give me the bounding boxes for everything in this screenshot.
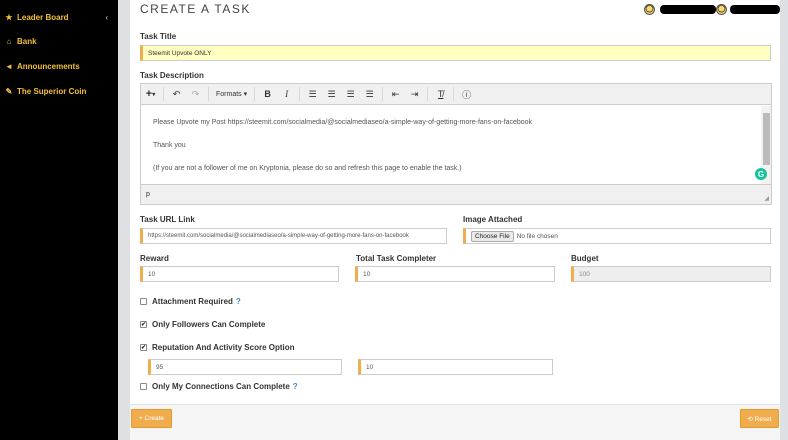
- only-followers-option[interactable]: ✔ Only Followers Can Complete: [140, 320, 265, 329]
- help-icon[interactable]: ⓘ: [457, 84, 476, 105]
- budget-input: 100: [571, 266, 771, 282]
- editor-line: (If you are not a follower of me on Kryp…: [153, 165, 462, 172]
- toolbar-separator: [254, 87, 256, 101]
- toolbar-separator: [299, 87, 301, 101]
- attachment-required-label: Attachment Required: [152, 297, 233, 306]
- only-followers-label: Only Followers Can Complete: [152, 320, 266, 329]
- indent-icon[interactable]: ⇥: [405, 84, 424, 105]
- scrollbar-thumb[interactable]: [763, 113, 770, 165]
- reward-input[interactable]: 10: [140, 266, 339, 282]
- task-description-label: Task Description: [140, 71, 204, 80]
- redacted-username-secondary: [730, 5, 780, 14]
- task-title-input[interactable]: Steemit Upvote ONLY: [140, 45, 771, 61]
- formats-label: Formats: [216, 90, 242, 98]
- attachment-required-checkbox[interactable]: [140, 298, 147, 305]
- redo-icon[interactable]: ↷: [186, 84, 205, 105]
- only-connections-option[interactable]: Only My Connections Can Complete ?: [140, 382, 298, 391]
- only-connections-label: Only My Connections Can Complete: [152, 382, 290, 391]
- toolbar-separator: [427, 87, 429, 101]
- align-center-icon[interactable]: ☰: [322, 84, 341, 105]
- editor-line: Thank you: [153, 142, 186, 149]
- editor-line: Please Upvote my Post https://steemit.co…: [153, 119, 533, 126]
- form-footer: [130, 404, 780, 440]
- total-task-completer-input[interactable]: 10: [355, 266, 555, 282]
- align-right-icon[interactable]: ☰: [341, 84, 360, 105]
- grammarly-icon[interactable]: G: [755, 168, 767, 180]
- sidebar-item-label: The Superior Coin: [17, 86, 87, 96]
- task-url-label: Task URL Link: [140, 215, 195, 224]
- toolbar-separator: [208, 87, 209, 101]
- italic-icon[interactable]: I: [277, 84, 296, 105]
- undo-icon[interactable]: ↶: [167, 84, 186, 105]
- task-url-input[interactable]: https://steemit.com/socialmedia/@socialm…: [140, 228, 447, 244]
- activity-score-input[interactable]: 10: [358, 359, 553, 375]
- bullhorn-icon: ◄: [5, 61, 13, 71]
- edit-icon: ✎: [5, 86, 13, 96]
- element-path[interactable]: p: [146, 191, 150, 198]
- outdent-icon[interactable]: ⇤: [386, 84, 405, 105]
- clear-format-icon[interactable]: T̸: [431, 84, 450, 105]
- toolbar-separator: [382, 87, 384, 101]
- insert-plus-icon[interactable]: + ▾: [141, 84, 160, 105]
- only-followers-checkbox[interactable]: ✔: [140, 321, 147, 328]
- sidebar-item-leader-board[interactable]: ★ Leader Board ‹: [4, 8, 114, 26]
- reward-label: Reward: [140, 254, 169, 263]
- avatar[interactable]: [644, 4, 655, 15]
- image-attached-label: Image Attached: [463, 215, 523, 224]
- rich-text-editor: + ▾ ↶ ↷ Formats ▾ B I ☰ ☰ ☰ ☰ ⇤ ⇥ T̸ ⓘ Pl…: [140, 83, 772, 205]
- reputation-score-input[interactable]: 95: [148, 359, 342, 375]
- reset-button[interactable]: ⟲ Reset: [740, 409, 779, 428]
- toolbar-separator: [453, 87, 455, 101]
- sidebar-item-bank[interactable]: ⌂ Bank: [4, 32, 114, 50]
- chevron-down-icon: ▾: [241, 91, 248, 98]
- align-left-icon[interactable]: ☰: [303, 84, 322, 105]
- reputation-label: Reputation And Activity Score Option: [152, 343, 295, 352]
- page-title: CREATE A TASK: [140, 2, 251, 16]
- toolbar-separator: [163, 87, 164, 101]
- chevron-left-icon[interactable]: ‹: [105, 13, 108, 22]
- resize-handle-icon[interactable]: ◢: [764, 195, 769, 202]
- only-connections-checkbox[interactable]: [140, 383, 147, 390]
- choose-file-button[interactable]: Choose File: [471, 230, 514, 242]
- bold-icon[interactable]: B: [258, 84, 277, 105]
- sidebar-item-label: Announcements: [17, 61, 80, 71]
- right-gutter: [780, 0, 788, 440]
- sidebar-item-superior-coin[interactable]: ✎ The Superior Coin: [4, 82, 114, 100]
- total-task-completer-label: Total Task Completer: [356, 254, 437, 263]
- image-file-input[interactable]: Choose File No file chosen: [463, 228, 771, 244]
- help-question-icon[interactable]: ?: [293, 382, 298, 391]
- sidebar-item-label: Bank: [17, 36, 37, 46]
- editor-statusbar: p ◢: [141, 184, 771, 204]
- redacted-username: [660, 5, 716, 14]
- create-button[interactable]: + Create: [131, 409, 172, 428]
- star-icon: ★: [5, 12, 13, 22]
- content-gutter: [118, 0, 130, 440]
- editor-content[interactable]: Please Upvote my Post https://steemit.co…: [141, 105, 763, 185]
- sidebar: ★ Leader Board ‹ ⌂ Bank ◄ Announcements …: [0, 0, 118, 440]
- task-title-label: Task Title: [140, 32, 177, 41]
- editor-toolbar: + ▾ ↶ ↷ Formats ▾ B I ☰ ☰ ☰ ☰ ⇤ ⇥ T̸ ⓘ: [141, 84, 771, 105]
- attachment-required-option[interactable]: Attachment Required ?: [140, 297, 241, 306]
- budget-label: Budget: [571, 254, 599, 263]
- help-question-icon[interactable]: ?: [236, 297, 241, 306]
- reputation-checkbox[interactable]: ✔: [140, 344, 147, 351]
- align-justify-icon[interactable]: ☰: [360, 84, 379, 105]
- formats-dropdown[interactable]: Formats ▾: [212, 84, 251, 105]
- avatar-secondary[interactable]: [716, 4, 727, 15]
- bank-icon: ⌂: [6, 36, 12, 46]
- sidebar-item-announcements[interactable]: ◄ Announcements: [4, 57, 114, 75]
- no-file-text: No file chosen: [516, 232, 558, 240]
- reputation-option[interactable]: ✔ Reputation And Activity Score Option: [140, 343, 295, 352]
- sidebar-item-label: Leader Board: [17, 12, 69, 22]
